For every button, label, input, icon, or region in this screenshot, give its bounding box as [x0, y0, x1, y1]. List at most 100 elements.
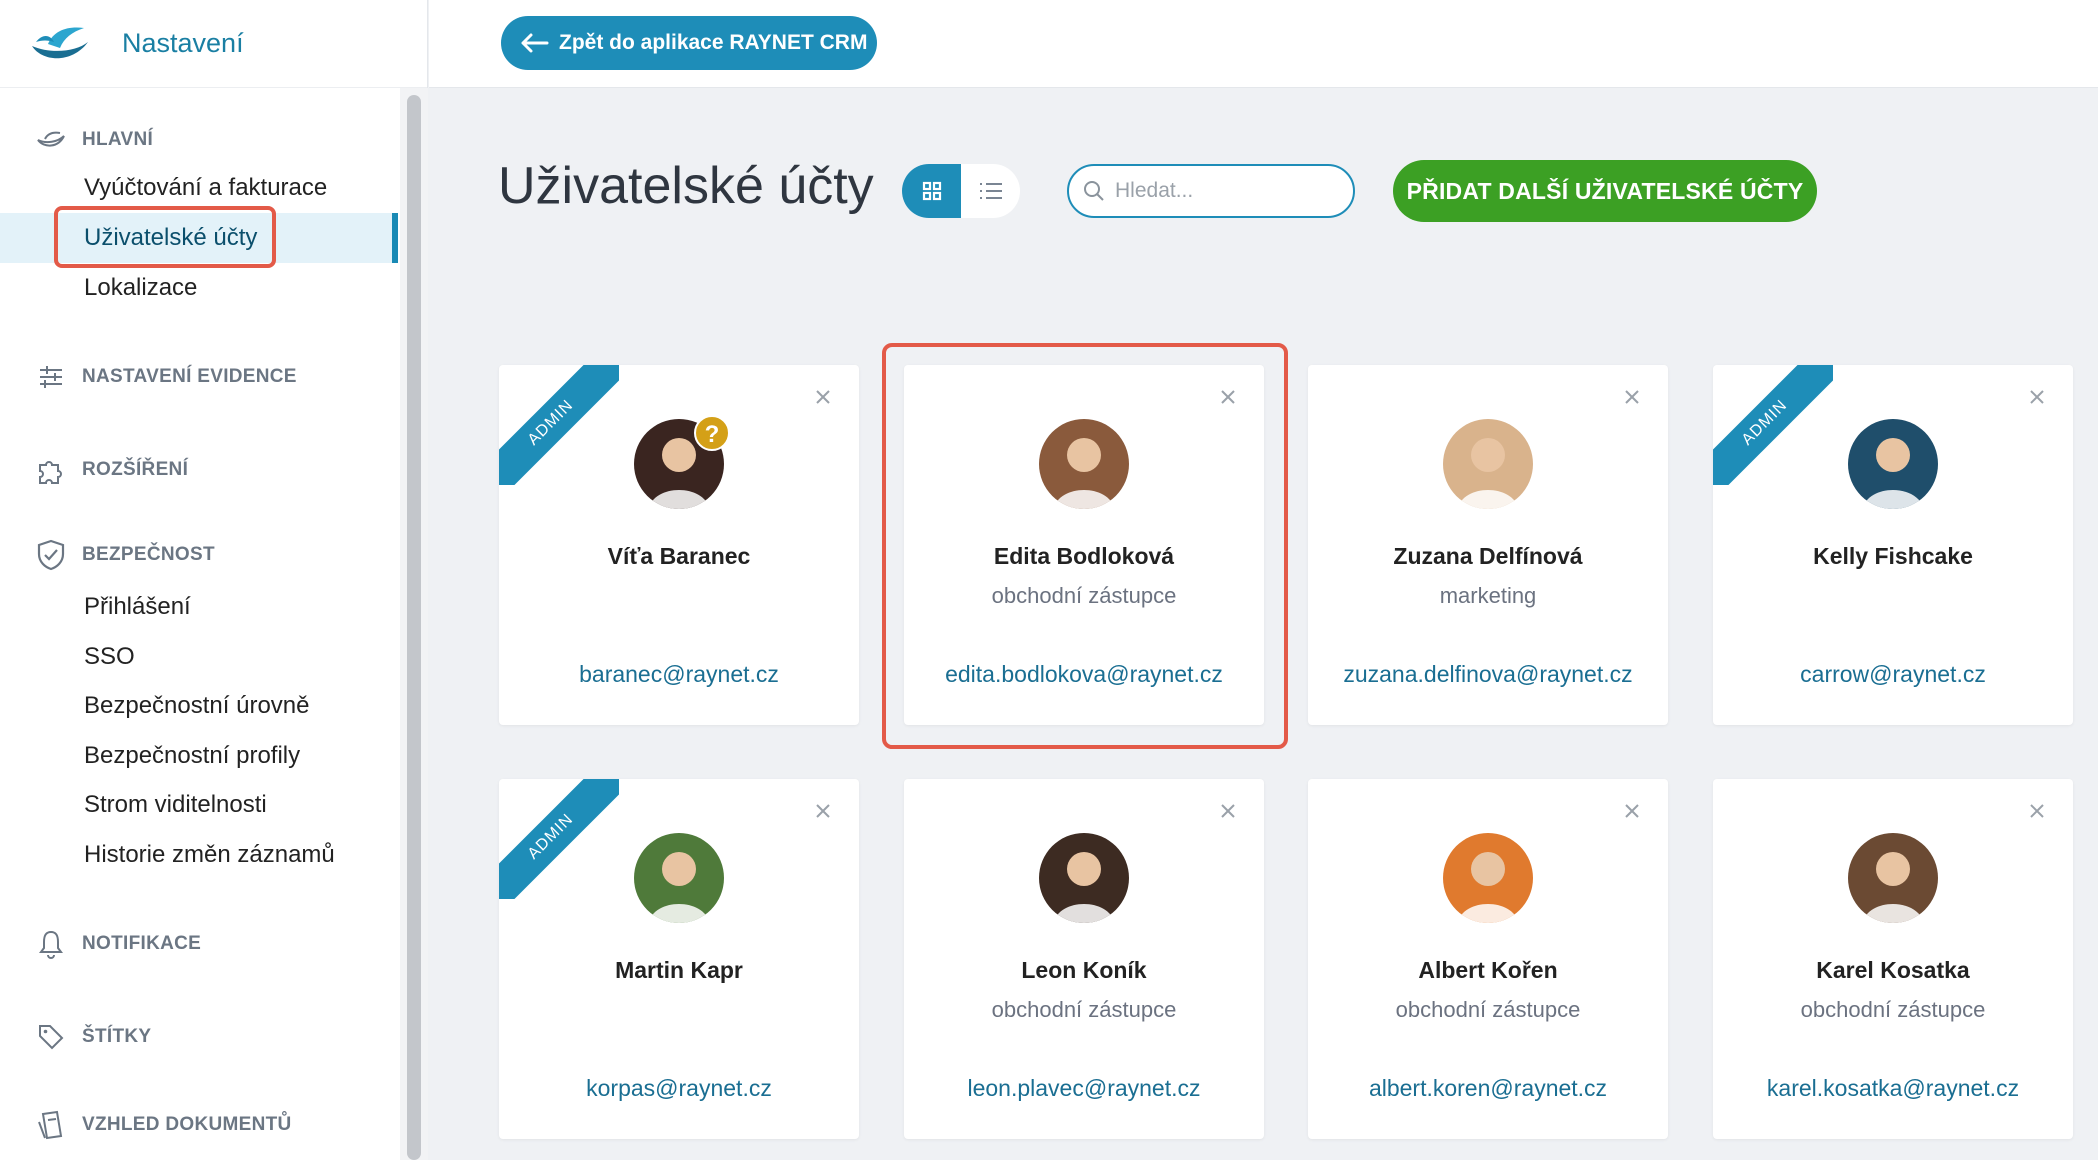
- puzzle-icon: [36, 455, 66, 485]
- avatar: [1443, 419, 1533, 509]
- back-to-app-button[interactable]: Zpět do aplikace RAYNET CRM: [501, 16, 877, 70]
- question-badge-icon: ?: [694, 415, 730, 451]
- list-icon: [979, 183, 1002, 199]
- user-name: Karel Kosatka: [1816, 957, 1970, 983]
- user-email-link[interactable]: karel.kosatka@raynet.cz: [1713, 1075, 2073, 1102]
- user-email-link[interactable]: carrow@raynet.cz: [1713, 661, 2073, 688]
- section-vzhled-dokumentu[interactable]: VZHLED DOKUMENTŮ: [36, 1110, 292, 1140]
- close-icon: [2030, 804, 2044, 818]
- user-email-link[interactable]: baranec@raynet.cz: [499, 661, 859, 688]
- sidebar-item-record-history[interactable]: Historie změn záznamů: [84, 840, 335, 870]
- arrow-left-icon: [521, 33, 549, 53]
- remove-user-button[interactable]: [1620, 799, 1644, 823]
- user-email-link[interactable]: leon.plavec@raynet.cz: [904, 1075, 1264, 1102]
- raynet-logo-icon: [32, 27, 88, 58]
- back-button-label: Zpět do aplikace RAYNET CRM: [559, 31, 868, 54]
- user-name: Víťa Baranec: [607, 543, 751, 569]
- page-title: Uživatelské účty: [498, 157, 874, 215]
- user-card[interactable]: Albert Kořen obchodní zástupce albert.kore…: [1308, 779, 1668, 1139]
- user-role: obchodní zástupce: [1800, 997, 1986, 1022]
- user-name: Martin Kapr: [615, 957, 743, 983]
- close-icon: [1221, 804, 1235, 818]
- remove-user-button[interactable]: [2025, 385, 2049, 409]
- search-input[interactable]: [1115, 179, 1335, 203]
- grid-view-button[interactable]: [902, 164, 961, 218]
- close-icon: [1625, 804, 1639, 818]
- close-icon: [816, 390, 830, 404]
- close-icon: [2030, 390, 2044, 404]
- section-hlavni: HLAVNÍ: [36, 125, 153, 155]
- user-card[interactable]: ADMIN? Víťa Baranec baranec@raynet.cz: [499, 365, 859, 725]
- avatar: [1443, 833, 1533, 923]
- user-card[interactable]: ADMIN Kelly Fishcake carrow@raynet.cz: [1713, 365, 2073, 725]
- add-user-accounts-button[interactable]: PŘIDAT DALŠÍ UŽIVATELSKÉ ÚČTY: [1393, 160, 1817, 222]
- remove-user-button[interactable]: [1216, 799, 1240, 823]
- user-name: Leon Koník: [1021, 957, 1147, 983]
- user-card[interactable]: ADMIN Martin Kapr korpas@raynet.cz: [499, 779, 859, 1139]
- admin-ribbon: ADMIN: [1713, 365, 1833, 485]
- avatar: [1848, 419, 1938, 509]
- section-label: ROZŠÍŘENÍ: [82, 459, 189, 480]
- sidebar-item-billing[interactable]: Vyúčtování a fakturace: [84, 173, 327, 203]
- section-label: BEZPEČNOST: [82, 544, 215, 565]
- user-email-link[interactable]: korpas@raynet.cz: [499, 1075, 859, 1102]
- user-role: marketing: [1439, 583, 1537, 608]
- admin-label: ADMIN: [499, 365, 619, 485]
- user-card[interactable]: Zuzana Delfínová marketing zuzana.delfinov…: [1308, 365, 1668, 725]
- avatar: [634, 833, 724, 923]
- document-style-icon: [36, 1110, 66, 1140]
- avatar: [1848, 833, 1938, 923]
- user-role: obchodní zástupce: [1395, 997, 1581, 1022]
- section-nastaveni-evidence[interactable]: NASTAVENÍ EVIDENCE: [36, 362, 297, 392]
- close-icon: [1625, 390, 1639, 404]
- section-notifikace[interactable]: NOTIFIKACE: [36, 929, 201, 959]
- raynet-outline-icon: [36, 125, 66, 155]
- sidebar-item-sso[interactable]: SSO: [84, 642, 135, 672]
- highlight-annotation: [54, 206, 276, 268]
- user-name: Zuzana Delfínová: [1393, 543, 1583, 569]
- admin-ribbon: ADMIN: [499, 779, 619, 899]
- sidebar-item-security-profiles[interactable]: Bezpečnostní profily: [84, 741, 300, 771]
- admin-ribbon: ADMIN: [499, 365, 619, 485]
- brand-header: Nastavení: [0, 0, 427, 88]
- grid-icon: [922, 181, 941, 201]
- active-item-indicator: [392, 213, 398, 263]
- sidebar-item-security-levels[interactable]: Bezpečnostní úrovně: [84, 691, 309, 721]
- search-icon: [1084, 181, 1104, 201]
- section-label: VZHLED DOKUMENTŮ: [82, 1114, 292, 1135]
- search-box: [1067, 164, 1355, 218]
- user-email-link[interactable]: zuzana.delfinova@raynet.cz: [1308, 661, 1668, 688]
- remove-user-button[interactable]: [811, 799, 835, 823]
- shield-check-icon: [36, 539, 66, 571]
- tag-icon: [36, 1022, 66, 1052]
- sidebar-item-visibility-tree[interactable]: Strom viditelnosti: [84, 790, 267, 820]
- section-label: NASTAVENÍ EVIDENCE: [82, 366, 297, 387]
- section-label: ŠTÍTKY: [82, 1026, 152, 1047]
- admin-label: ADMIN: [499, 779, 619, 899]
- highlight-annotation: [882, 343, 1288, 749]
- section-rozsireni[interactable]: ROZŠÍŘENÍ: [36, 455, 188, 485]
- user-card[interactable]: Karel Kosatka obchodní zástupce karel.kosa…: [1713, 779, 2073, 1139]
- remove-user-button[interactable]: [811, 385, 835, 409]
- user-email-link[interactable]: albert.koren@raynet.cz: [1308, 1075, 1668, 1102]
- section-bezpecnost: BEZPEČNOST: [36, 539, 215, 571]
- remove-user-button[interactable]: [2025, 799, 2049, 823]
- sidebar-scrollbar-thumb[interactable]: [407, 95, 421, 1160]
- close-icon: [816, 804, 830, 818]
- user-role: obchodní zástupce: [991, 997, 1177, 1022]
- section-label: NOTIFIKACE: [82, 933, 202, 954]
- avatar: [1039, 833, 1129, 923]
- view-toggle: [902, 164, 1020, 218]
- list-view-button[interactable]: [961, 164, 1020, 218]
- section-label: HLAVNÍ: [82, 129, 154, 150]
- user-card[interactable]: Leon Koník obchodní zástupce leon.plavec@r…: [904, 779, 1264, 1139]
- user-name: Albert Kořen: [1418, 957, 1558, 983]
- sidebar-item-localization[interactable]: Lokalizace: [84, 273, 197, 303]
- sidebar-item-login[interactable]: Přihlášení: [84, 592, 191, 622]
- sidebar: Nastavení HLAVNÍ Vyúčtování a fakturace …: [0, 0, 428, 1160]
- app-title: Nastavení: [122, 28, 244, 58]
- remove-user-button[interactable]: [1620, 385, 1644, 409]
- section-stitky[interactable]: ŠTÍTKY: [36, 1022, 151, 1052]
- bell-icon: [36, 929, 66, 959]
- admin-label: ADMIN: [1713, 365, 1833, 485]
